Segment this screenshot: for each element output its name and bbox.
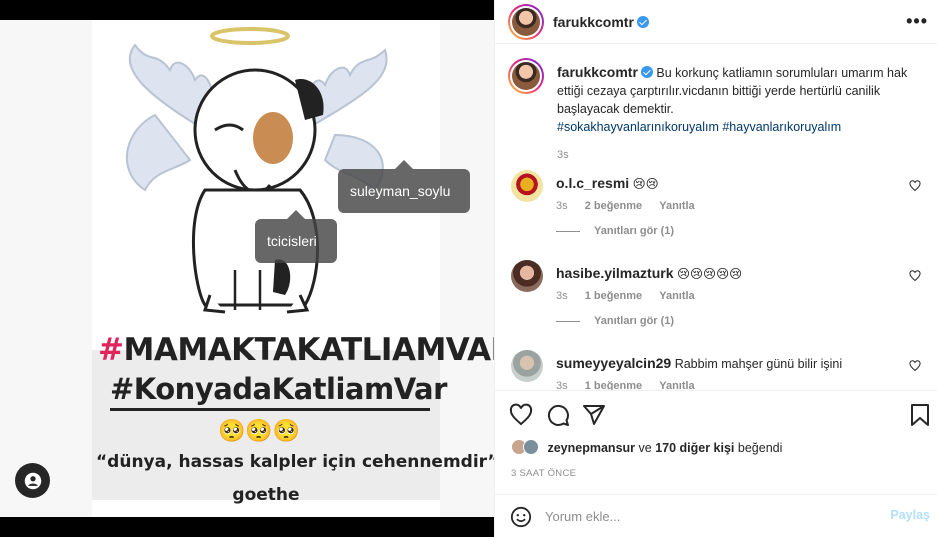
- comment-avatar[interactable]: [511, 170, 543, 202]
- comment-meta: 3s 1 beğenme Yanıtla: [556, 380, 709, 390]
- post-actions: zeynepmansur ve 170 diğer kişi beğendi 3…: [495, 390, 937, 494]
- comments-section[interactable]: farukkcomtr Bu korkunç katliamın sorumlu…: [495, 44, 937, 390]
- post-media[interactable]: #MAMAKTAKATLIAMVAR #KonyadaKatliamVar 🥺🥺…: [0, 0, 494, 537]
- comment-time[interactable]: 3s: [556, 200, 568, 212]
- share-icon[interactable]: [582, 403, 606, 427]
- view-replies-button[interactable]: Yanıtları gör (1): [556, 315, 674, 327]
- reply-button[interactable]: Yanıtla: [659, 380, 694, 390]
- comment-like-heart-icon[interactable]: [909, 180, 921, 192]
- media-letterbox-bottom: [0, 517, 494, 537]
- comment-username[interactable]: hasibe.yilmazturk: [556, 265, 674, 281]
- post-side-panel: farukkcomtr ••• farukkcomtr Bu korkunç k…: [494, 0, 937, 537]
- user-icon: [24, 472, 41, 489]
- comment-likes[interactable]: 1 beğenme: [585, 290, 642, 302]
- caption-time: 3s: [557, 149, 569, 161]
- comment-time[interactable]: 3s: [556, 290, 568, 302]
- reply-button[interactable]: Yanıtla: [659, 200, 694, 212]
- post-timestamp[interactable]: 3 SAAT ÖNCE: [511, 468, 576, 479]
- user-tag-tcicisleri[interactable]: tcicisleri: [255, 210, 337, 263]
- comment-text: sumeyyeyalcin29 Rabbim mahşer günü bilir…: [556, 355, 843, 371]
- image-quote-author: goethe: [232, 485, 300, 505]
- reply-button[interactable]: Yanıtla: [659, 290, 694, 302]
- verified-badge-icon: [636, 16, 649, 28]
- image-quote: “dünya, hassas kalpler için cehennemdir”: [96, 452, 494, 472]
- post-header: farukkcomtr •••: [495, 0, 937, 44]
- other-likers-link[interactable]: 170 diğer kişi: [655, 441, 734, 455]
- media-letterbox-top: [0, 0, 494, 20]
- caption-text: farukkcomtr Bu korkunç katliamın sorumlu…: [557, 63, 917, 164]
- comment-username[interactable]: sumeyyeyalcin29: [556, 355, 671, 371]
- comment-item: o.l.c_resmi 😢😢 3s 2 beğenme Yanıtla: [511, 170, 921, 212]
- user-tag-suleyman-soylu[interactable]: suleyman_soylu: [338, 160, 470, 213]
- more-options-icon[interactable]: •••: [906, 11, 928, 32]
- author-avatar[interactable]: [508, 4, 544, 40]
- comment-text: hasibe.yilmazturk 😢😢😢😢😢: [556, 265, 743, 281]
- verified-badge-icon: [640, 66, 653, 78]
- comment-like-heart-icon[interactable]: [909, 270, 921, 282]
- like-heart-icon[interactable]: [509, 403, 533, 427]
- author-name-row: farukkcomtr: [553, 14, 649, 32]
- liker-avatars: [511, 439, 541, 455]
- author-username[interactable]: farukkcomtr: [553, 14, 634, 30]
- add-comment-bar: Paylaş: [495, 494, 937, 537]
- caption-username[interactable]: farukkcomtr: [557, 64, 638, 80]
- comment-input[interactable]: [545, 506, 875, 526]
- likes-summary[interactable]: zeynepmansur ve 170 diğer kişi beğendi: [511, 439, 782, 455]
- image-hashtag-2: #KonyadaKatliamVar: [110, 372, 447, 411]
- caption-avatar[interactable]: [508, 58, 544, 94]
- comment-meta: 3s 2 beğenme Yanıtla: [556, 200, 709, 212]
- comment-item: hasibe.yilmazturk 😢😢😢😢😢 3s 1 beğenme Yan…: [511, 260, 921, 302]
- comment-item: sumeyyeyalcin29 Rabbim mahşer günü bilir…: [511, 350, 921, 390]
- post-image[interactable]: #MAMAKTAKATLIAMVAR #KonyadaKatliamVar 🥺🥺…: [0, 20, 494, 517]
- comment-avatar[interactable]: [511, 350, 543, 382]
- comment-text: o.l.c_resmi 😢😢: [556, 175, 659, 191]
- view-replies-button[interactable]: Yanıtları gör (1): [556, 225, 674, 237]
- comment-likes[interactable]: 2 beğenme: [585, 200, 642, 212]
- comment-username[interactable]: o.l.c_resmi: [556, 175, 629, 191]
- comment-avatar[interactable]: [511, 260, 543, 292]
- caption-hashtags[interactable]: #sokakhayvanlarınıkoruyalım #hayvanlarık…: [557, 120, 841, 134]
- tagged-users-button[interactable]: [15, 463, 50, 498]
- image-emoji-row: 🥺🥺🥺: [218, 418, 301, 443]
- save-bookmark-icon[interactable]: [908, 403, 932, 427]
- comment-icon[interactable]: [546, 403, 570, 427]
- liker-username[interactable]: zeynepmansur: [547, 441, 635, 455]
- comment-like-heart-icon[interactable]: [909, 360, 921, 372]
- comment-time[interactable]: 3s: [556, 380, 568, 390]
- comment-meta: 3s 1 beğenme Yanıtla: [556, 290, 709, 302]
- emoji-icon[interactable]: [510, 506, 532, 528]
- image-hashtag-1: #MAMAKTAKATLIAMVAR: [98, 332, 494, 368]
- post-comment-button[interactable]: Paylaş: [890, 508, 930, 522]
- comment-likes[interactable]: 1 beğenme: [585, 380, 642, 390]
